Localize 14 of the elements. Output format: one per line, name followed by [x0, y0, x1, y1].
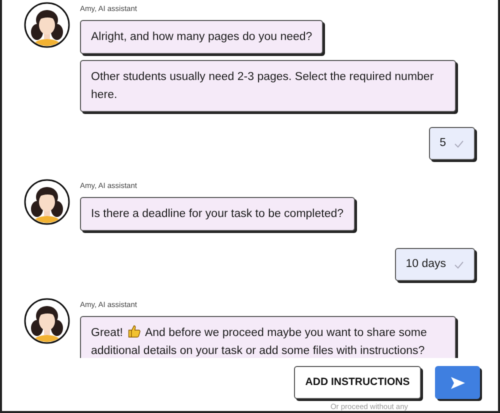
- thumbs-up-icon: [126, 324, 141, 338]
- reply-text: 10 days: [406, 256, 446, 272]
- message-text: Alright, and how many pages do you need?: [91, 31, 312, 43]
- avatar-icon: [24, 298, 70, 344]
- send-icon: [450, 376, 464, 388]
- reply-text: 5: [440, 136, 446, 151]
- message-text: Other students usually need 2-3 pages. Select the required number here.: [91, 71, 434, 101]
- send-button[interactable]: [435, 366, 480, 399]
- check-icon: [454, 260, 464, 268]
- avatar-icon: [24, 179, 70, 225]
- message-text: Great! And before we proceed maybe you want to share some additional details on your task or add some files with instructions?: [91, 324, 445, 358]
- message-text: Is there a deadline for your task to be completed?: [91, 208, 344, 220]
- check-icon: [454, 140, 464, 148]
- add-instructions-button[interactable]: ADD INSTRUCTIONS: [294, 366, 421, 399]
